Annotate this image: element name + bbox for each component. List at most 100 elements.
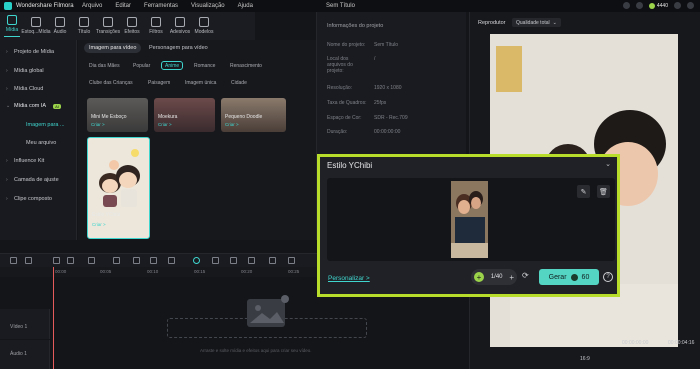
menu-visualizacao[interactable]: Visualização [191,3,225,9]
create-link[interactable]: Criar > [158,122,172,127]
create-link[interactable]: Criar > [91,122,105,127]
info-label: Resolução: [327,85,353,91]
filter-chip[interactable]: Paisagem [145,78,173,87]
redo-icon[interactable] [67,257,74,264]
filter-chip[interactable]: Dia das Mães [86,61,123,70]
sidebar-item-project-media[interactable]: › Projeto de Mídia [6,45,72,59]
filter-chip[interactable]: Romance [191,61,218,70]
chevron-right-icon: › [6,86,8,92]
player-label: Reprodutor [478,20,506,26]
tab-label: Transições [95,29,121,35]
undo-icon[interactable] [53,257,60,264]
tab-stickers[interactable]: Adesivos [168,12,192,40]
tab-stock-media[interactable]: Estoq...Mídia [21,12,51,40]
chevron-right-icon: › [6,196,8,202]
layout-icon[interactable] [674,2,681,9]
template-title: Estilo YChibi [92,212,121,218]
tab-title[interactable]: Título [72,12,96,40]
info-label: Taxa de Quadros: [327,100,367,106]
media-sidebar: › Projeto de Mídia › Mídia global › Mídia C… [0,40,77,240]
sidebar-item-cloud-media[interactable]: › Mídia Cloud [6,82,72,96]
filter-chip[interactable]: Imagem única [182,78,219,87]
template-thumb-selected[interactable]: Estilo YChibi Criar > [87,137,150,239]
sidebar-item-global-media[interactable]: › Mídia global [6,64,72,78]
create-link[interactable]: Criar > [225,122,239,127]
filter-chip-selected[interactable]: Anime [161,61,184,70]
effects-icon [127,17,137,27]
text-icon[interactable] [150,257,157,264]
tab-image-to-video[interactable]: Imagem para vídeo [84,43,142,53]
main-menu: Arquivo Editar Ferramentas Visualização … [82,3,253,9]
menu-editar[interactable]: Editar [115,3,131,9]
help-icon[interactable]: ? [603,272,613,282]
tab-templates[interactable]: Modelos [192,12,216,40]
grid-icon[interactable] [10,257,17,264]
credit-icon [570,273,578,281]
aspect-ratio[interactable]: 16:9 [580,356,590,362]
template-thumb[interactable]: Moekura Criar > [154,98,215,132]
ruler-tick: 00:05 [100,269,112,274]
title-icon [79,17,89,27]
app-name: Wondershare Filmora [16,3,74,9]
delete-icon[interactable]: 🗑 [597,185,610,198]
credits-value: 4440 [656,2,668,9]
shield-icon[interactable] [269,257,276,264]
filter-chip[interactable]: Popular [130,61,153,70]
template-thumb[interactable]: Pequeno Doodle Criar > [221,98,286,132]
sidebar-item-ai-media[interactable]: ⌄ Mídia com IA AI [6,99,72,113]
sidebar-item-influence-kit[interactable]: › Influence Kit [6,154,72,168]
template-title: Mini Me Esboço [91,114,127,120]
sidebar-subitem-my-files[interactable]: Meu arquivo [26,140,56,146]
playhead[interactable] [53,267,54,369]
info-value: / [374,56,376,62]
template-thumb[interactable]: Mini Me Esboço Criar > [87,98,148,132]
info-row: Taxa de Quadros: 25fps [327,100,467,106]
snap-icon[interactable] [288,257,295,264]
tab-filters[interactable]: Filtros [144,12,168,40]
avatar[interactable] [635,2,643,9]
settings-icon[interactable] [212,257,219,264]
sidebar-item-adjustment-layer[interactable]: › Camada de ajuste [6,173,72,187]
delete-icon[interactable] [88,257,95,264]
crop-icon[interactable] [133,257,140,264]
ruler-tick: 00:20 [241,269,253,274]
uploaded-photo[interactable] [451,181,488,258]
tab-media[interactable]: Mídia [0,12,24,40]
quality-dropdown[interactable]: Qualidade total ⌄ [512,18,561,27]
menu-arquivo[interactable]: Arquivo [82,3,102,9]
credits-badge[interactable]: 4440 [648,2,668,9]
cut-icon[interactable] [113,257,120,264]
record-icon[interactable] [230,257,237,264]
collapse-chevron-icon[interactable]: ⌄ [605,160,611,168]
create-link[interactable]: Criar > [92,222,106,227]
filter-chip[interactable]: Clube das Crianças [86,78,136,87]
menu-ajuda[interactable]: Ajuda [238,3,253,9]
minimize-icon[interactable] [687,2,694,9]
notification-icon[interactable] [622,2,630,9]
tab-character-to-video[interactable]: Personagem para vídeo [144,43,213,53]
sidebar-subitem-image-to-video[interactable]: Imagem para ... [26,122,65,128]
generate-button[interactable]: Gerar 60 [539,269,599,285]
tab-effects[interactable]: Efeitos [120,12,144,40]
add-icon[interactable]: + [474,272,484,282]
marker-icon[interactable] [248,257,255,264]
tab-audio[interactable]: Áudio [48,12,72,40]
tab-transitions[interactable]: Transições [96,12,120,40]
ai-icon[interactable] [193,257,200,264]
speed-icon[interactable] [168,257,175,264]
template-title: Pequeno Doodle [225,114,263,120]
filter-chip[interactable]: Cidade [228,78,250,87]
customize-link[interactable]: Personalizar > [328,275,370,282]
filter-chip[interactable]: Renascimento [227,61,265,70]
quantity-stepper[interactable]: + 1/40 + [471,269,517,285]
info-row: Local dos arquivos do projeto: / [327,56,375,74]
menu-ferramentas[interactable]: Ferramentas [144,3,178,9]
sidebar-item-compound-clip[interactable]: › Clipe composto [6,192,72,206]
select-icon[interactable] [25,257,32,264]
media-library: Imagem para vídeo Personagem para vídeo … [78,40,316,240]
refresh-icon[interactable]: ⟳ [522,271,532,281]
info-value: Sem Título [374,42,399,48]
edit-icon[interactable]: ✎ [577,185,590,198]
plus-icon[interactable]: + [509,273,514,282]
media-toolbar: Mídia Estoq...Mídia Áudio Título Transiç… [0,12,255,40]
